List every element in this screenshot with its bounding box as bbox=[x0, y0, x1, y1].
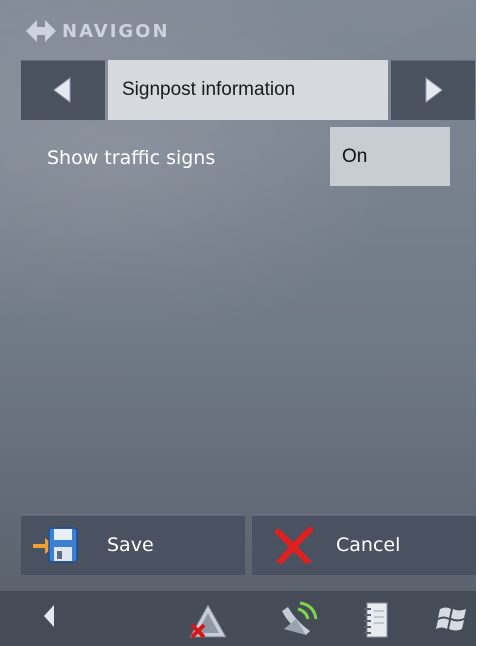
cancel-button[interactable]: Cancel bbox=[252, 514, 476, 575]
save-label: Save bbox=[107, 534, 154, 556]
section-title: Signpost information bbox=[108, 60, 388, 120]
red-x-icon bbox=[274, 526, 314, 564]
previous-section-button[interactable] bbox=[21, 60, 105, 120]
windows-flag-icon[interactable] bbox=[436, 601, 468, 637]
triangle-left-icon bbox=[53, 77, 71, 103]
next-section-button[interactable] bbox=[391, 60, 475, 120]
window-edge bbox=[476, 0, 481, 646]
brand-logo: NAVIGON bbox=[26, 16, 170, 46]
triangle-right-icon bbox=[425, 77, 443, 103]
gps-satellite-icon[interactable] bbox=[276, 601, 320, 641]
setting-value-traffic-signs[interactable]: On bbox=[330, 127, 450, 186]
floppy-disk-icon bbox=[33, 527, 78, 563]
back-arrow-icon[interactable] bbox=[40, 601, 60, 631]
navigon-logo-icon bbox=[26, 20, 56, 42]
setting-label-traffic-signs: Show traffic signs bbox=[47, 147, 216, 169]
brand-name: NAVIGON bbox=[62, 20, 170, 42]
warning-muted-icon[interactable] bbox=[186, 601, 230, 641]
cancel-label: Cancel bbox=[336, 534, 401, 556]
taskbar bbox=[0, 591, 476, 646]
save-button[interactable]: Save bbox=[21, 514, 245, 575]
notebook-icon[interactable] bbox=[362, 601, 390, 641]
